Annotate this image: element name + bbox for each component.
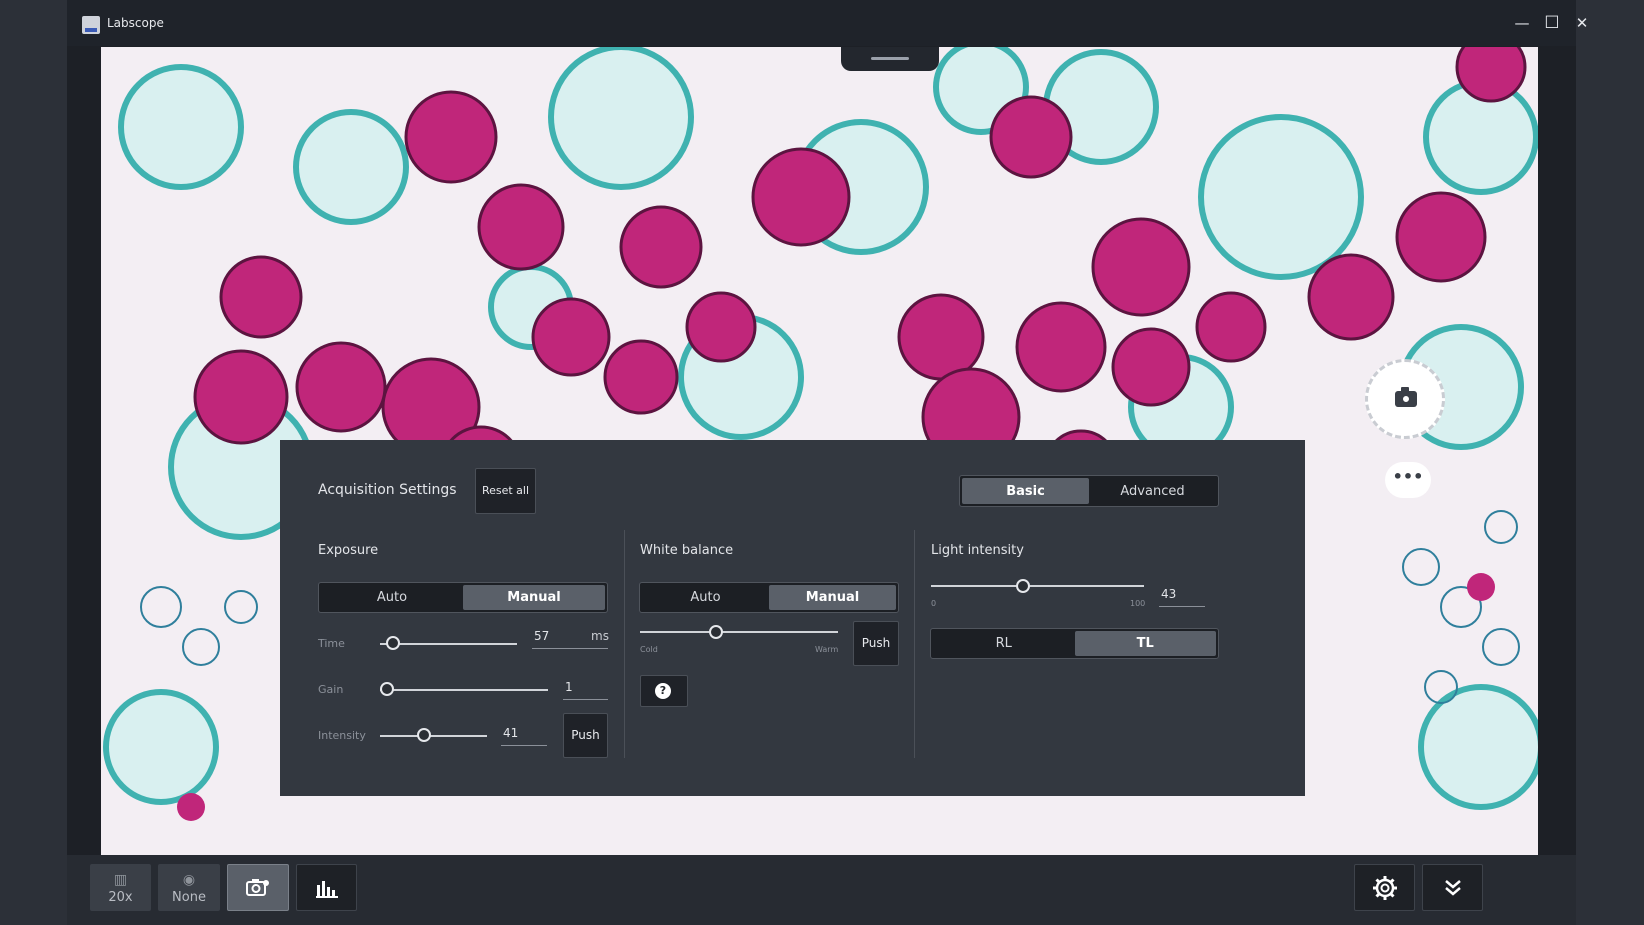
exposure-manual-option[interactable]: Manual: [463, 585, 605, 610]
camera-icon: [1395, 387, 1417, 407]
white-balance-push-button[interactable]: Push: [853, 621, 899, 666]
wb-cold-label: Cold: [640, 645, 658, 654]
camera-settings-icon: [246, 879, 269, 896]
light-max-label: 100: [1130, 599, 1146, 608]
help-icon: ?: [655, 683, 671, 699]
app-logo-icon: [82, 16, 100, 34]
snapshot-button[interactable]: [1365, 359, 1445, 439]
white-balance-mode-toggle: Auto Manual: [639, 582, 899, 613]
objective-label: 20x: [108, 890, 133, 905]
wb-auto-option[interactable]: Auto: [642, 585, 769, 610]
histogram-icon: [315, 881, 338, 898]
maximize-button[interactable]: ☐: [1541, 12, 1563, 34]
double-chevron-down-icon: [1444, 880, 1461, 896]
time-slider-knob[interactable]: [386, 636, 400, 650]
filter-button[interactable]: ◉ None: [158, 864, 220, 911]
objective-icon: ▥: [113, 872, 128, 888]
close-button[interactable]: ✕: [1571, 12, 1593, 34]
light-min-label: 0: [931, 599, 937, 608]
white-balance-slider-knob[interactable]: [709, 625, 723, 639]
histogram-button[interactable]: [296, 864, 357, 911]
light-rl-option[interactable]: RL: [933, 631, 1075, 656]
panel-title: Acquisition Settings: [318, 482, 457, 498]
intensity-slider-knob[interactable]: [417, 728, 431, 742]
wb-warm-label: Warm: [815, 645, 839, 654]
gear-icon: [1372, 876, 1397, 900]
light-mode-toggle: RL TL: [930, 628, 1219, 659]
filter-label: None: [172, 890, 206, 905]
divider: [624, 530, 625, 758]
minimize-button[interactable]: —: [1511, 12, 1533, 34]
panel-drag-handle[interactable]: [841, 47, 939, 71]
acquisition-settings-panel: Acquisition Settings Reset all Basic Adv…: [280, 440, 1305, 796]
exposure-auto-option[interactable]: Auto: [321, 585, 463, 610]
camera-settings-button[interactable]: [227, 864, 289, 911]
white-balance-slider[interactable]: [640, 631, 838, 633]
light-intensity-heading: Light intensity: [931, 543, 1024, 558]
light-intensity-slider-knob[interactable]: [1016, 579, 1030, 593]
time-label: Time: [318, 637, 345, 650]
filter-icon: ◉: [182, 872, 196, 888]
desktop-right: [1576, 0, 1644, 925]
light-intensity-value-field[interactable]: 43: [1159, 587, 1205, 607]
exposure-heading: Exposure: [318, 543, 379, 558]
reset-all-button[interactable]: Reset all: [475, 468, 536, 514]
collapse-button[interactable]: [1422, 864, 1483, 911]
light-intensity-slider[interactable]: [931, 585, 1144, 587]
settings-button[interactable]: [1354, 864, 1415, 911]
tab-basic[interactable]: Basic: [962, 478, 1089, 504]
app-window: Labscope — ☐ ✕ Acquisition Settings Rese…: [67, 0, 1588, 925]
white-balance-heading: White balance: [640, 543, 734, 558]
objective-button[interactable]: ▥ 20x: [90, 864, 151, 911]
wb-manual-option[interactable]: Manual: [769, 585, 896, 610]
intensity-value-field[interactable]: 41: [501, 726, 547, 746]
time-slider[interactable]: [380, 643, 517, 645]
gain-value-field[interactable]: 1: [563, 680, 608, 700]
intensity-slider[interactable]: [380, 735, 487, 737]
exposure-mode-toggle: Auto Manual: [318, 582, 608, 613]
divider: [914, 530, 915, 758]
bottom-toolbar: ▥ 20x ◉ None: [67, 855, 1576, 925]
mode-tabs: Basic Advanced: [959, 475, 1219, 507]
gain-slider-knob[interactable]: [380, 682, 394, 696]
gain-slider[interactable]: [380, 689, 548, 691]
intensity-label: Intensity: [318, 729, 366, 742]
help-button[interactable]: ?: [640, 675, 688, 707]
desktop-left: [0, 0, 67, 925]
exposure-push-button[interactable]: Push: [563, 713, 608, 758]
more-options-button[interactable]: •••: [1385, 462, 1431, 498]
tab-advanced[interactable]: Advanced: [1089, 478, 1216, 504]
time-unit: ms: [591, 629, 609, 643]
light-tl-option[interactable]: TL: [1074, 631, 1216, 656]
window-title: Labscope: [107, 16, 164, 30]
title-bar: Labscope — ☐ ✕: [67, 0, 1588, 46]
gain-label: Gain: [318, 683, 344, 696]
